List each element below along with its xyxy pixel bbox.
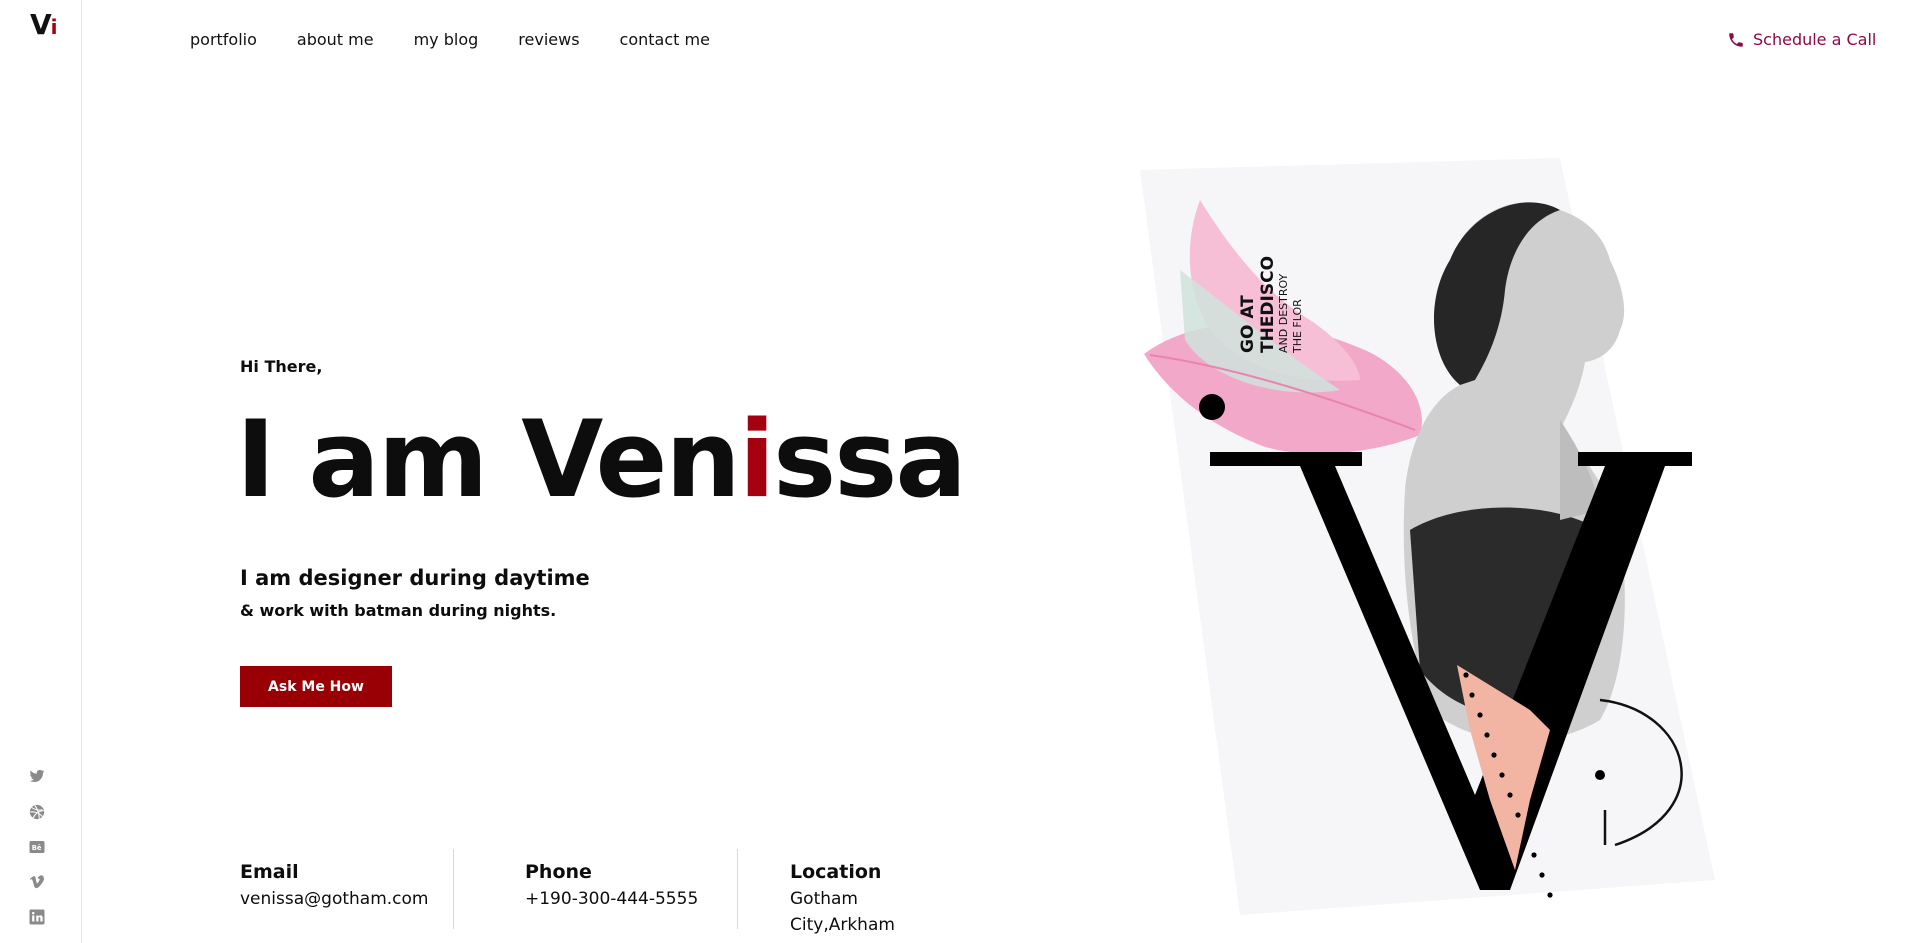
twitter-icon[interactable]: [28, 767, 48, 787]
logo-main: V: [30, 8, 52, 41]
phone-icon: [1729, 33, 1743, 47]
greeting: Hi There,: [240, 357, 323, 376]
email-block: Email venissa@gotham.com: [240, 860, 428, 912]
hero-headline: I am Venissa: [236, 398, 967, 521]
nav-about-me[interactable]: about me: [297, 27, 374, 53]
headline-suffix: ssa: [773, 398, 967, 521]
schedule-call-link[interactable]: Schedule a Call: [1727, 27, 1876, 53]
nav-portfolio[interactable]: portfolio: [190, 27, 257, 53]
location-block: Location Gotham City,Arkham: [790, 860, 895, 938]
art-text-line-2: THEDISCO: [1258, 256, 1278, 353]
nav-contact-me[interactable]: contact me: [620, 27, 710, 53]
behance-icon[interactable]: Bē: [28, 838, 48, 858]
email-value[interactable]: venissa@gotham.com: [240, 886, 428, 912]
logo-accent: i: [50, 15, 58, 39]
divider: [737, 849, 738, 929]
vimeo-icon[interactable]: [28, 873, 48, 893]
art-text-line-4: THE FLOR: [1291, 299, 1304, 354]
divider: [453, 849, 454, 929]
ask-me-how-button[interactable]: Ask Me How: [240, 666, 392, 707]
logo[interactable]: Vi: [30, 8, 58, 44]
sidebar: Vi Bē: [0, 0, 82, 943]
hero-subtitle: I am designer during daytime: [240, 566, 590, 590]
location-label: Location: [790, 861, 882, 883]
headline-highlight: i: [738, 398, 775, 521]
main-nav: portfolio about me my blog reviews conta…: [190, 27, 710, 53]
phone-block: Phone +190-300-444-5555: [525, 860, 698, 912]
schedule-call-label: Schedule a Call: [1753, 30, 1877, 49]
art-text-line-1: GO AT: [1238, 295, 1258, 353]
svg-text:Bē: Bē: [32, 844, 42, 852]
small-dot: [1595, 770, 1605, 780]
art-text-line-3: AND DESTROY: [1277, 273, 1290, 353]
black-dot: [1199, 394, 1225, 420]
phone-value[interactable]: +190-300-444-5555: [525, 886, 698, 912]
phone-label: Phone: [525, 861, 592, 883]
location-value: Gotham City,Arkham: [790, 886, 895, 938]
location-line-2: City,Arkham: [790, 915, 895, 935]
email-label: Email: [240, 861, 299, 883]
hero-illustration: GO AT THEDISCO AND DESTROY THE FLOR: [1140, 158, 1715, 915]
linkedin-icon[interactable]: [28, 908, 48, 928]
dribbble-icon[interactable]: [28, 803, 48, 823]
nav-my-blog[interactable]: my blog: [414, 27, 479, 53]
nav-reviews[interactable]: reviews: [518, 27, 579, 53]
headline-prefix: I am Ven: [236, 398, 741, 521]
hero-subtitle-secondary: & work with batman during nights.: [240, 601, 557, 620]
location-line-1: Gotham: [790, 889, 858, 909]
